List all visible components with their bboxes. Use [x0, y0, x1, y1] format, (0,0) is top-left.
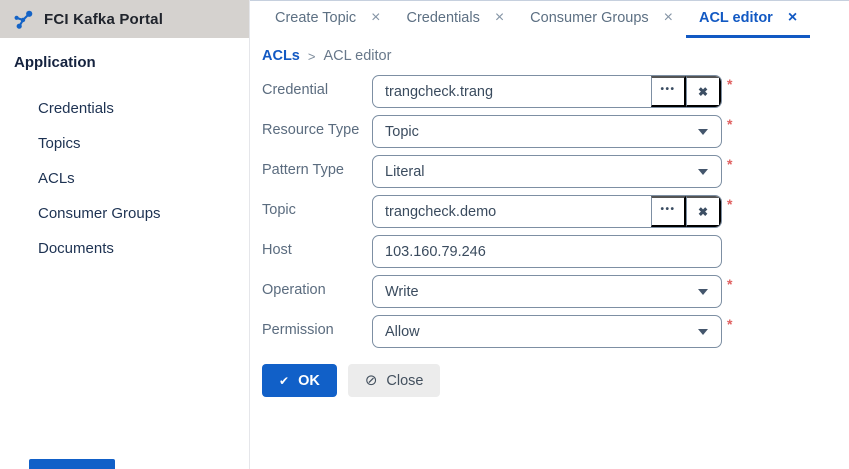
operation-required-marker: *	[727, 275, 732, 291]
operation-select[interactable]: Write	[372, 275, 722, 308]
sidebar-item-consumer-groups[interactable]: Consumer Groups	[0, 196, 249, 231]
permission-select[interactable]: Allow	[372, 315, 722, 348]
tab-label: Consumer Groups	[530, 10, 648, 26]
host-input-group	[372, 235, 722, 268]
tab-close-icon[interactable]: ×	[371, 10, 380, 26]
bottom-left-cropped-blue-element	[29, 459, 115, 469]
tab-create-topic[interactable]: Create Topic ×	[262, 1, 393, 38]
sidebar-item-credentials[interactable]: Credentials	[0, 91, 249, 126]
breadcrumb-separator: >	[308, 49, 316, 64]
close-button-label: Close	[386, 373, 423, 389]
main-area: Create Topic×Credentials×Consumer Groups…	[250, 0, 849, 469]
topic-label: Topic	[262, 195, 372, 218]
sidebar-section-application: Application	[0, 38, 249, 71]
app-title: FCI Kafka Portal	[44, 11, 163, 28]
topic-input[interactable]	[373, 196, 651, 227]
credential-label: Credential	[262, 75, 372, 98]
credential-input-group: ••• ✖	[372, 75, 722, 108]
tab-close-icon[interactable]: ×	[664, 10, 673, 26]
host-input[interactable]	[373, 236, 721, 267]
app-header: FCI Kafka Portal	[0, 0, 249, 38]
form-row-permission: PermissionAllow *	[262, 315, 849, 348]
credential-lookup-button[interactable]: •••	[651, 76, 686, 107]
credential-clear-button[interactable]: ✖	[686, 76, 721, 107]
sidebar-item-topics[interactable]: Topics	[0, 126, 249, 161]
check-icon: ✔	[279, 374, 289, 388]
sidebar: FCI Kafka Portal Application Credentials…	[0, 0, 250, 469]
credential-required-marker: *	[727, 75, 732, 91]
tab-consumer-groups[interactable]: Consumer Groups ×	[517, 1, 686, 38]
ellipsis-icon: •••	[660, 84, 675, 95]
tab-label: ACL editor	[699, 10, 773, 26]
sidebar-nav: CredentialsTopicsACLsConsumer GroupsDocu…	[0, 91, 249, 266]
operation-selected-value: Write	[373, 276, 721, 307]
clear-x-icon: ✖	[698, 205, 708, 219]
form-row-topic: Topic ••• ✖ *	[262, 195, 849, 228]
chevron-down-icon	[698, 289, 708, 295]
resource-type-select[interactable]: Topic	[372, 115, 722, 148]
pattern-type-required-marker: *	[727, 155, 732, 171]
tab-bar: Create Topic×Credentials×Consumer Groups…	[250, 1, 849, 38]
chevron-down-icon	[698, 169, 708, 175]
form-row-operation: OperationWrite *	[262, 275, 849, 308]
permission-required-marker: *	[727, 315, 732, 331]
sidebar-item-acls[interactable]: ACLs	[0, 161, 249, 196]
tab-close-icon[interactable]: ×	[788, 10, 797, 26]
tab-close-icon[interactable]: ×	[495, 10, 504, 26]
ok-button[interactable]: ✔ OK	[262, 364, 337, 397]
breadcrumb: ACLs > ACL editor	[262, 47, 849, 65]
form-row-resource-type: Resource TypeTopic *	[262, 115, 849, 148]
permission-selected-value: Allow	[373, 316, 721, 347]
topic-input-group: ••• ✖	[372, 195, 722, 228]
cancel-circle-icon: ⊘	[365, 371, 378, 389]
content-area: ACLs > ACL editor Credential•••✖*Resourc…	[250, 38, 849, 397]
form-row-host: Host	[262, 235, 849, 268]
credential-input[interactable]	[373, 76, 651, 107]
fci-kafka-portal-window: FCI Kafka Portal Application Credentials…	[0, 0, 849, 469]
close-button[interactable]: ⊘ Close	[348, 364, 441, 397]
form-row-pattern-type: Pattern TypeLiteral *	[262, 155, 849, 188]
tab-acl-editor[interactable]: ACL editor ×	[686, 1, 810, 38]
tab-label: Create Topic	[275, 10, 356, 26]
host-label: Host	[262, 235, 372, 258]
permission-label: Permission	[262, 315, 372, 338]
resource-type-label: Resource Type	[262, 115, 372, 138]
ellipsis-icon: •••	[660, 204, 675, 215]
topic-lookup-button[interactable]: •••	[651, 196, 686, 227]
form-row-credential: Credential ••• ✖ *	[262, 75, 849, 108]
sidebar-item-documents[interactable]: Documents	[0, 231, 249, 266]
kafka-logo-icon	[13, 9, 34, 30]
form-actions: ✔ OK ⊘ Close	[262, 364, 849, 397]
tab-credentials[interactable]: Credentials ×	[393, 1, 517, 38]
topic-required-marker: *	[727, 195, 732, 211]
pattern-type-select[interactable]: Literal	[372, 155, 722, 188]
breadcrumb-current: ACL editor	[323, 48, 391, 64]
chevron-down-icon	[698, 129, 708, 135]
acl-editor-form: Credential•••✖*Resource TypeTopic*Patter…	[262, 75, 849, 348]
chevron-down-icon	[698, 329, 708, 335]
pattern-type-label: Pattern Type	[262, 155, 372, 178]
pattern-type-selected-value: Literal	[373, 156, 721, 187]
resource-type-required-marker: *	[727, 115, 732, 131]
resource-type-selected-value: Topic	[373, 116, 721, 147]
ok-button-label: OK	[298, 373, 320, 389]
topic-clear-button[interactable]: ✖	[686, 196, 721, 227]
operation-label: Operation	[262, 275, 372, 298]
breadcrumb-acls-link[interactable]: ACLs	[262, 48, 300, 64]
clear-x-icon: ✖	[698, 85, 708, 99]
tab-label: Credentials	[406, 10, 479, 26]
